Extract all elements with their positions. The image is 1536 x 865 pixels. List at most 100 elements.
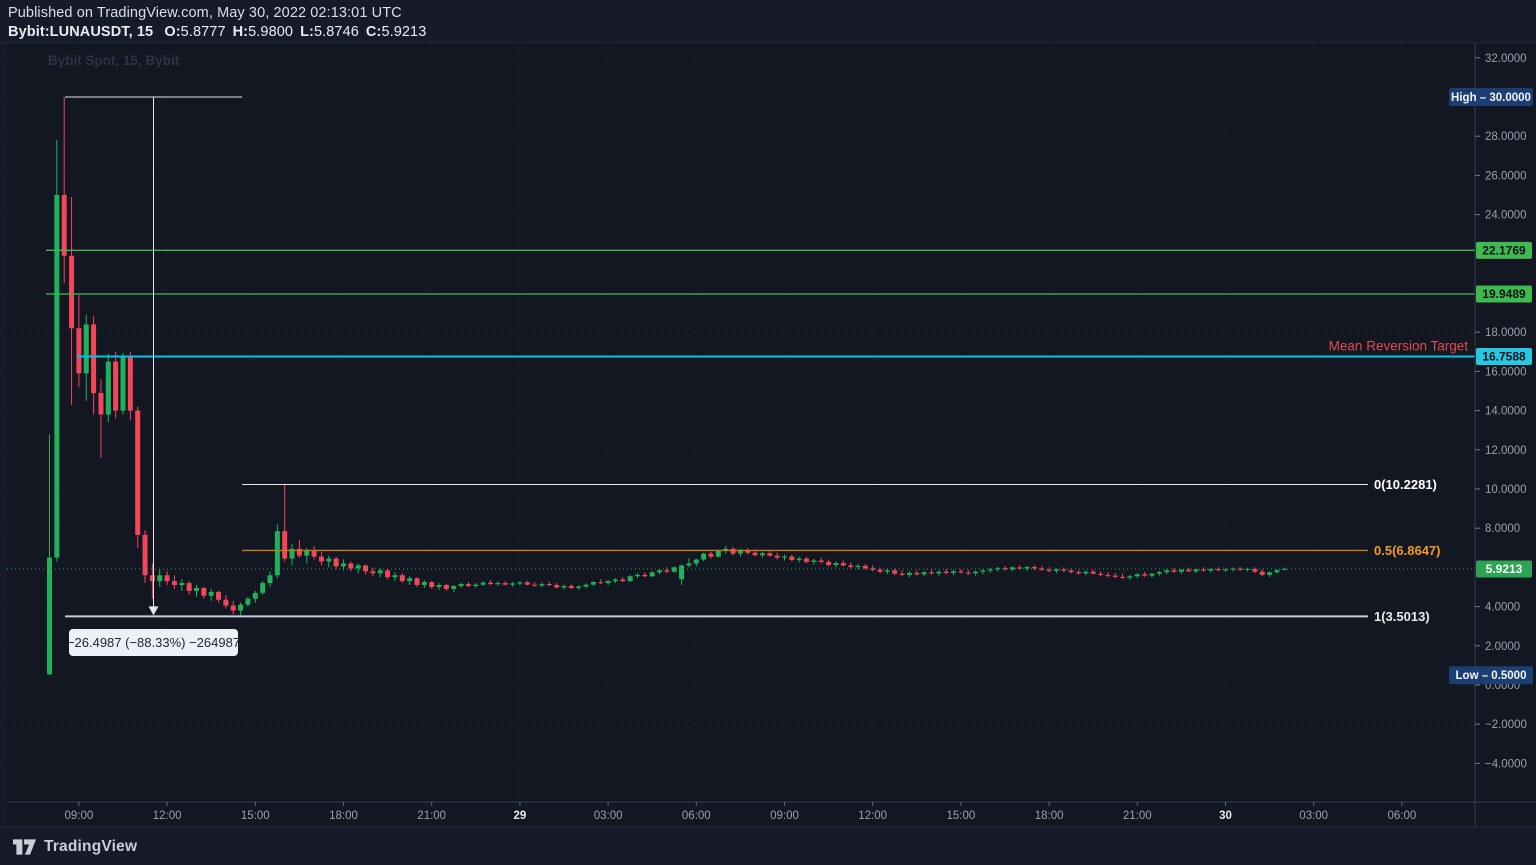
candle-body xyxy=(62,195,67,256)
time-tick-label: 21:00 xyxy=(417,810,446,822)
candle-body xyxy=(789,557,794,560)
time-tick-label: 30 xyxy=(1219,810,1232,822)
candle-body xyxy=(69,256,74,329)
candle-body xyxy=(525,582,530,584)
candle-body xyxy=(591,582,596,585)
published-line: Published on TradingView.com, May 30, 20… xyxy=(8,5,402,21)
current-price-label-text: 5.9213 xyxy=(1486,562,1523,576)
tradingview-logo-icon[interactable] xyxy=(13,839,36,855)
candle-body xyxy=(1076,572,1081,573)
tradingview-brand-text[interactable]: TradingView xyxy=(44,838,137,856)
candle-body xyxy=(348,563,353,568)
high-label: H: xyxy=(233,24,249,40)
chart-pane[interactable] xyxy=(7,43,1536,827)
candle-body xyxy=(804,559,809,562)
candle-body xyxy=(363,565,368,571)
time-axis[interactable] xyxy=(7,802,1475,827)
candle-body xyxy=(958,571,963,572)
symbol-ohlc-line: Bybit:LUNAUSDT, 15 O:5.8777H:5.9800L:5.8… xyxy=(8,24,433,40)
candle-body xyxy=(1172,570,1177,571)
candle-body xyxy=(260,583,265,593)
candle-body xyxy=(392,575,397,577)
level-price-label-text: 22.1769 xyxy=(1482,243,1526,257)
time-tick-label: 03:00 xyxy=(594,810,623,822)
time-tick-label: 18:00 xyxy=(329,810,358,822)
candle-body xyxy=(598,582,603,583)
price-tick-label: −2.0000 xyxy=(1485,719,1527,731)
open-label: O: xyxy=(164,24,180,40)
candle-body xyxy=(282,531,287,558)
candle-body xyxy=(584,585,589,587)
price-tick-label: 24.0000 xyxy=(1485,210,1527,222)
candle-body xyxy=(628,576,633,581)
candle-body xyxy=(488,583,493,584)
candle-body xyxy=(819,561,824,562)
high-value: 5.9800 xyxy=(248,24,293,40)
price-tick-label: 14.0000 xyxy=(1485,406,1527,418)
candle-body xyxy=(1260,572,1265,575)
candle-body xyxy=(782,557,787,558)
candle-body xyxy=(642,575,647,576)
candle-body xyxy=(1017,567,1022,568)
candle-body xyxy=(753,553,758,556)
price-tick-label: 18.0000 xyxy=(1485,327,1527,339)
candle-body xyxy=(91,324,96,393)
candle-body xyxy=(106,362,111,415)
candle-body xyxy=(929,572,934,573)
candle-body xyxy=(356,565,361,568)
candle-body xyxy=(150,575,155,581)
candle-body xyxy=(326,559,331,562)
candle-body xyxy=(451,586,456,589)
candle-body xyxy=(1032,567,1037,568)
measure-tooltip-text: −26.4987 (−88.33%) −264987 xyxy=(67,635,240,650)
time-tick-label: 15:00 xyxy=(947,810,976,822)
candle-body xyxy=(907,573,912,575)
time-tick-label: 09:00 xyxy=(770,810,799,822)
candle-body xyxy=(709,554,714,557)
candle-body xyxy=(503,583,508,585)
price-tick-label: 10.0000 xyxy=(1485,484,1527,496)
candle-body xyxy=(319,557,324,562)
candle-body xyxy=(1208,569,1213,571)
candle-body xyxy=(444,585,449,589)
fib-level-label: 1(3.5013) xyxy=(1374,609,1430,624)
candle-body xyxy=(569,586,574,588)
fib-level-label: 0.5(6.8647) xyxy=(1374,543,1441,558)
hl-badge-text: High – 30.0000 xyxy=(1451,92,1531,104)
candle-body xyxy=(157,575,162,581)
candle-body xyxy=(466,584,471,586)
candle-body xyxy=(760,553,765,555)
candle-body xyxy=(767,553,772,555)
chart-canvas[interactable]: Mean Reversion Target0(10.2281)0.5(6.864… xyxy=(0,0,1536,865)
candle-body xyxy=(686,563,691,565)
candle-body xyxy=(657,570,662,572)
candle-body xyxy=(811,561,816,562)
candle-body xyxy=(848,565,853,567)
candle-body xyxy=(179,583,184,585)
candle-body xyxy=(892,570,897,573)
footer-bar: TradingView xyxy=(13,838,137,856)
price-tick-label: 28.0000 xyxy=(1485,131,1527,143)
candle-body xyxy=(1194,569,1199,571)
low-label: L: xyxy=(300,24,314,40)
tradingview-published-chart: Mean Reversion Target0(10.2281)0.5(6.864… xyxy=(0,0,1536,865)
candle-body xyxy=(863,566,868,569)
candle-body xyxy=(385,570,390,577)
candle-body xyxy=(1150,574,1155,576)
candle-body xyxy=(1223,569,1228,570)
price-tick-label: 16.0000 xyxy=(1485,366,1527,378)
candle-body xyxy=(650,572,655,576)
candle-body xyxy=(481,583,486,585)
candle-body xyxy=(187,583,192,591)
candle-body xyxy=(1083,572,1088,574)
candle-body xyxy=(54,195,59,558)
candle-body xyxy=(562,586,567,587)
low-value: 5.8746 xyxy=(314,24,359,40)
candle-body xyxy=(885,570,890,571)
price-tick-label: 4.0000 xyxy=(1485,602,1520,614)
candle-body xyxy=(973,572,978,574)
candle-body xyxy=(547,584,552,585)
candle-body xyxy=(613,580,618,582)
candle-body xyxy=(775,556,780,558)
candle-body xyxy=(878,570,883,572)
